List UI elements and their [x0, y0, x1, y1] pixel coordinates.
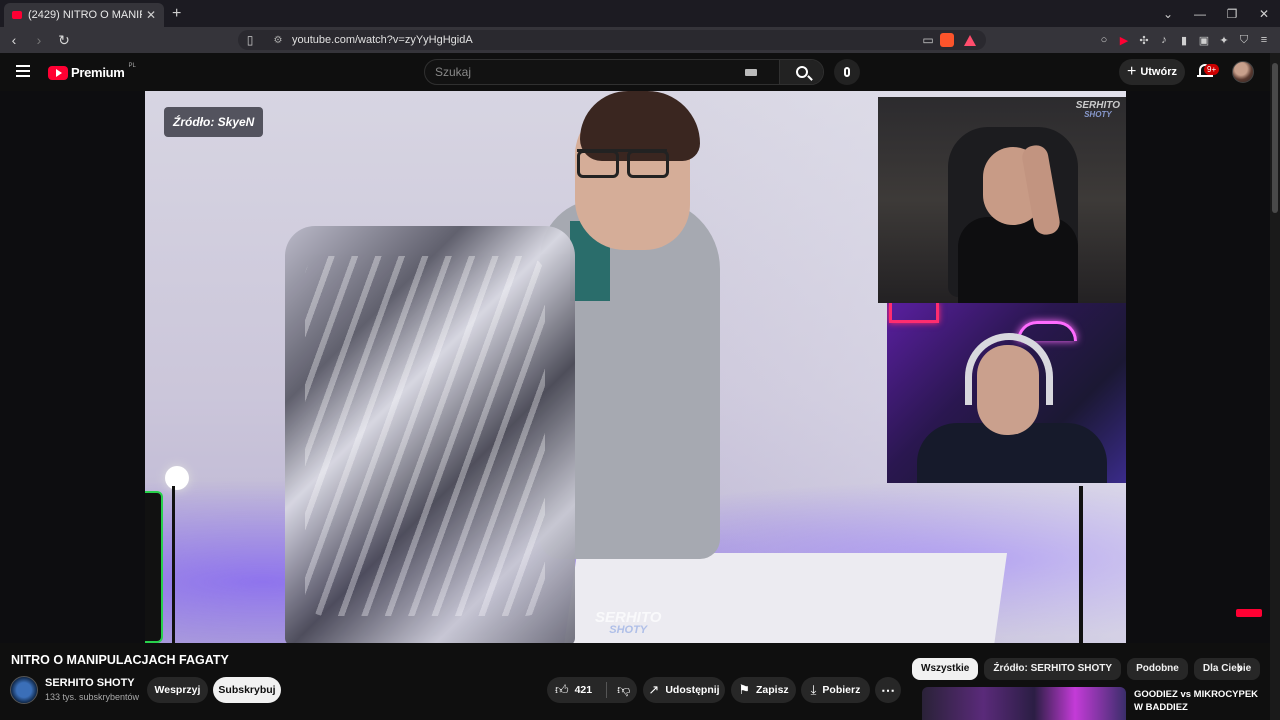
- wallet-icon[interactable]: ▣: [1194, 34, 1214, 47]
- shield-icon[interactable]: ⛉: [1234, 34, 1254, 47]
- download-label: Pobierz: [822, 684, 861, 696]
- music-icon[interactable]: ♪: [1154, 34, 1174, 46]
- cast-icon[interactable]: ▭: [916, 33, 940, 47]
- microphone-icon: [844, 67, 850, 77]
- recommended-video-thumbnail[interactable]: [922, 687, 1126, 720]
- scrollbar-thumb[interactable]: [1272, 63, 1278, 213]
- vpn-icon[interactable]: ○: [1094, 34, 1114, 46]
- window-controls: ⌄ — ❐ ✕: [1152, 0, 1280, 27]
- create-label: Utwórz: [1140, 66, 1177, 78]
- green-light-bar: [145, 491, 163, 643]
- search-icon: [795, 66, 808, 78]
- dislike-icon[interactable]: 👎︎: [617, 682, 630, 698]
- bookmark-icon[interactable]: ▯: [238, 33, 262, 47]
- channel-name[interactable]: SERHITO SHOTY: [45, 677, 135, 689]
- facecam-watermark: SERHITO SHOTY: [1075, 100, 1120, 120]
- chip-all[interactable]: Wszystkie: [912, 658, 979, 680]
- new-tab-button[interactable]: +: [172, 3, 181, 27]
- subscribe-button[interactable]: Subskrybuj: [213, 677, 281, 703]
- share-label: Udostępnij: [665, 684, 720, 696]
- share-button[interactable]: ↗ Udostępnij: [643, 677, 725, 703]
- sidebar-icon[interactable]: ▮: [1174, 34, 1194, 47]
- avatar[interactable]: [1232, 61, 1254, 83]
- video-player[interactable]: Źródło: SkyeN SERHITO SHOTY SERHITO SHOT…: [0, 91, 1270, 643]
- chip-source[interactable]: Źródło: SERHITO SHOTY: [984, 658, 1122, 680]
- youtube-play-icon: [48, 65, 68, 80]
- site-settings-icon[interactable]: ⚙: [266, 35, 290, 46]
- plus-icon: +: [1126, 63, 1137, 80]
- browser-tabstrip: (2429) NITRO O MANIPULACJACH FAGATY ✕ + …: [0, 0, 1280, 27]
- youtube-premium-logo[interactable]: Premium PL: [48, 62, 136, 80]
- light-stand-right: [1065, 486, 1095, 643]
- subscriber-count: 133 tys. subskrybentów: [45, 692, 140, 702]
- brave-rewards-icon[interactable]: [964, 34, 976, 46]
- tab-close-icon[interactable]: ✕: [146, 8, 156, 22]
- logo-text: Premium: [71, 65, 125, 80]
- source-label: Źródło: SkyeN: [164, 107, 264, 137]
- tab-title: (2429) NITRO O MANIPULACJACH FAGATY: [28, 9, 142, 21]
- keyboard-icon[interactable]: [745, 68, 757, 76]
- leo-ai-icon[interactable]: ✦: [1214, 34, 1234, 47]
- search-input[interactable]: [425, 60, 745, 84]
- extensions-icon[interactable]: ✣: [1134, 34, 1154, 47]
- recommendation-chips: Wszystkie Źródło: SERHITO SHOTY Podobne …: [912, 658, 1266, 680]
- minimize-button[interactable]: —: [1184, 7, 1216, 21]
- address-bar[interactable]: ▯ ⚙ youtube.com/watch?v=zyYyHgHgidA ▭: [238, 30, 986, 50]
- support-button[interactable]: Wesprzyj: [147, 677, 208, 703]
- download-button[interactable]: ⤓ Pobierz: [801, 677, 870, 703]
- facecam-bottom: [887, 303, 1126, 483]
- bookmark-icon: ⚑: [738, 682, 750, 697]
- tab-search-icon[interactable]: ⌄: [1152, 7, 1184, 21]
- share-icon: ↗: [648, 682, 660, 697]
- video-title: NITRO O MANIPULACJACH FAGATY: [11, 653, 229, 667]
- headphones: [965, 333, 1053, 405]
- back-icon[interactable]: ‹: [3, 32, 25, 48]
- browser-tab[interactable]: (2429) NITRO O MANIPULACJACH FAGATY ✕: [4, 3, 164, 27]
- restore-button[interactable]: ❐: [1216, 7, 1248, 21]
- voice-search-button[interactable]: [834, 59, 860, 85]
- more-actions-button[interactable]: ⋯: [875, 677, 901, 703]
- recommended-video-title[interactable]: GOODIEZ vs MIKROCYPEK W BADDIEZ: [1134, 688, 1264, 714]
- reload-icon[interactable]: ↻: [53, 32, 75, 49]
- forward-icon[interactable]: ›: [28, 32, 50, 48]
- search-button[interactable]: [779, 60, 823, 84]
- create-button[interactable]: + Utwórz: [1119, 59, 1185, 85]
- facecam-top: SERHITO SHOTY: [878, 97, 1126, 303]
- page-scrollbar[interactable]: [1270, 53, 1280, 720]
- youtube-header: Premium PL + Utwórz: [0, 53, 1280, 91]
- glasses: [577, 149, 669, 178]
- extensions-bar: ○ ▶ ✣ ♪ ▮ ▣ ✦ ⛉ ≡: [1094, 27, 1274, 53]
- chevron-right-icon[interactable]: ›: [1237, 660, 1242, 678]
- youtube-mini-logo-icon: [1236, 609, 1262, 617]
- search-box: [424, 59, 824, 85]
- save-button[interactable]: ⚑ Zapisz: [731, 677, 796, 703]
- region-code: PL: [128, 62, 136, 69]
- brave-shields-icon[interactable]: [940, 33, 954, 47]
- menu-icon[interactable]: ≡: [1254, 34, 1274, 46]
- youtube-extension-icon[interactable]: ▶: [1114, 34, 1134, 47]
- like-icon[interactable]: 👍︎: [555, 682, 569, 698]
- hamburger-menu-icon[interactable]: [16, 65, 30, 77]
- divider: [606, 682, 608, 698]
- channel-watermark: SERHITO SHOTY: [595, 609, 662, 636]
- save-label: Zapisz: [755, 684, 789, 696]
- close-window-button[interactable]: ✕: [1248, 7, 1280, 21]
- browser-toolbar: ‹ › ↻ ▯ ⚙ youtube.com/watch?v=zyYyHgHgid…: [0, 27, 1280, 53]
- wrapped-package: [285, 226, 575, 643]
- notifications-badge: 9+: [1204, 64, 1220, 75]
- like-count[interactable]: 421: [575, 684, 593, 696]
- like-dislike-group: 👍︎ 421 👎︎: [547, 677, 637, 703]
- chip-for-you[interactable]: Dla Ciebie: [1193, 658, 1261, 680]
- youtube-favicon-icon: [12, 11, 22, 19]
- download-icon: ⤓: [810, 682, 817, 697]
- channel-avatar[interactable]: [10, 676, 38, 704]
- chip-similar[interactable]: Podobne: [1127, 658, 1188, 680]
- url-text[interactable]: youtube.com/watch?v=zyYyHgHgidA: [292, 34, 916, 46]
